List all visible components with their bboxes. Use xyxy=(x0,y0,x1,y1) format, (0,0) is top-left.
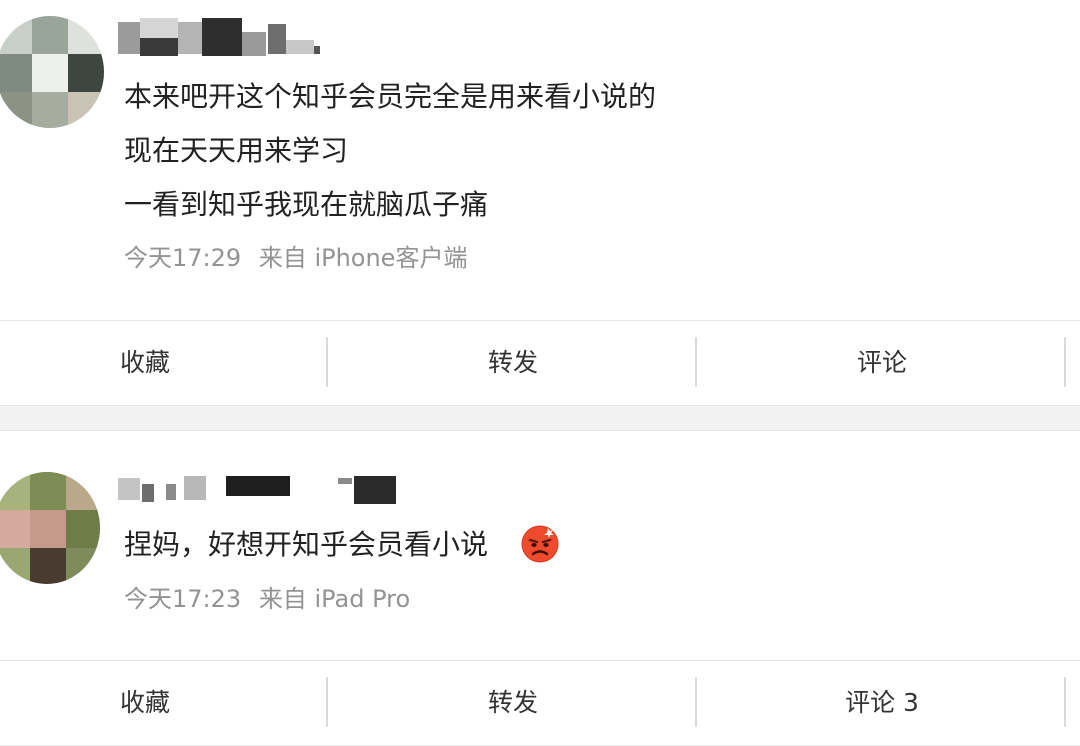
angry-face-emoji xyxy=(521,525,559,563)
username-redacted[interactable] xyxy=(118,18,348,58)
post-meta: 今天17:29 来自 iPhone客户端 xyxy=(124,243,467,273)
post-text-line: 一看到知乎我现在就脑瓜子痛 xyxy=(124,188,489,221)
comment-button[interactable]: 评论 3 xyxy=(697,661,1067,745)
divider xyxy=(0,430,1080,431)
post-source[interactable]: 来自 iPhone客户端 xyxy=(259,244,468,272)
favorite-button[interactable]: 收藏 xyxy=(0,321,290,405)
divider xyxy=(1064,677,1066,727)
avatar[interactable] xyxy=(0,16,104,128)
post-text: 捏妈，好想开知乎会员看小说 xyxy=(124,528,489,561)
post-text-line: 捏妈，好想开知乎会员看小说 xyxy=(124,527,488,563)
divider xyxy=(1064,337,1066,387)
post-time: 今天17:23 xyxy=(124,585,242,613)
post-meta: 今天17:23 来自 iPad Pro xyxy=(124,584,410,614)
comment-button[interactable]: 评论 xyxy=(697,321,1067,405)
username-redacted[interactable] xyxy=(118,468,408,508)
post-time: 今天17:29 xyxy=(124,244,242,272)
feed-post: 捏妈，好想开知乎会员看小说 今天17:23 来自 iPad Pro 收藏 转发 … xyxy=(0,430,1080,746)
post-text-line: 现在天天用来学习 xyxy=(124,134,349,167)
post-source[interactable]: 来自 iPad Pro xyxy=(259,585,410,613)
avatar[interactable] xyxy=(0,472,100,584)
repost-button[interactable]: 转发 xyxy=(328,321,698,405)
favorite-button[interactable]: 收藏 xyxy=(0,661,290,745)
feed-post: 本来吧开这个知乎会员完全是用来看小说的 现在天天用来学习 一看到知乎我现在就脑瓜… xyxy=(0,0,1080,406)
repost-button[interactable]: 转发 xyxy=(328,661,698,745)
action-bar: 收藏 转发 评论 xyxy=(0,320,1080,406)
post-text-line: 本来吧开这个知乎会员完全是用来看小说的 xyxy=(124,80,657,113)
action-bar: 收藏 转发 评论 3 xyxy=(0,660,1080,746)
